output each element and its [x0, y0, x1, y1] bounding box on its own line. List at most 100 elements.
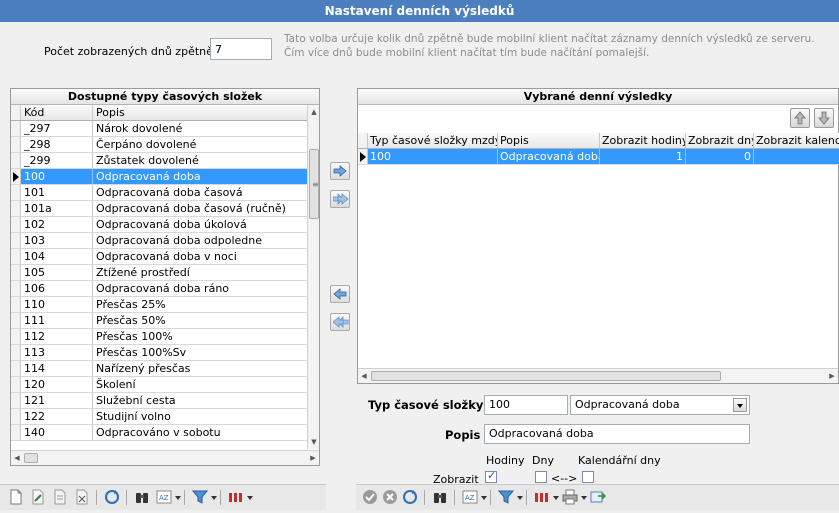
cell-desc[interactable]: Přesčas 50% [93, 313, 309, 328]
show-hours-checkbox[interactable] [485, 469, 497, 483]
cell-code[interactable]: 104 [21, 249, 93, 264]
table-row[interactable]: 104 Odpracovaná doba v noci [11, 249, 309, 265]
cell-type[interactable]: 100 [368, 149, 498, 164]
column-header-desc[interactable]: Popis [93, 105, 309, 120]
table-row[interactable]: 120 Školení [11, 377, 309, 393]
scroll-right-icon[interactable]: ▶ [307, 451, 319, 465]
edit-document-icon[interactable] [30, 489, 46, 505]
scroll-thumb[interactable]: ≡ [309, 149, 319, 219]
chevron-down-icon[interactable] [481, 496, 487, 500]
columns-icon[interactable] [534, 489, 550, 505]
cell-code[interactable]: 113 [21, 345, 93, 360]
cell-code[interactable]: 120 [21, 377, 93, 392]
chevron-down-icon[interactable] [553, 496, 559, 500]
table-row[interactable]: 106 Odpracovaná doba ráno [11, 281, 309, 297]
table-row[interactable]: 100 Odpracovaná doba 1 0 [358, 149, 839, 165]
cell-code[interactable]: 102 [21, 217, 93, 232]
confirm-icon[interactable] [362, 489, 378, 505]
horizontal-scrollbar[interactable]: ◀ ▶ [11, 450, 319, 465]
cancel-icon[interactable] [382, 489, 398, 505]
cell-desc[interactable]: Zůstatek dovolené [93, 153, 309, 168]
cell-desc[interactable]: Odpracovaná doba úkolová [93, 217, 309, 232]
cell-code[interactable]: _298 [21, 137, 93, 152]
cell-desc[interactable]: Odpracovaná doba [93, 169, 309, 184]
table-row[interactable]: 101a Odpracovaná doba časová (ručně) [11, 201, 309, 217]
print-icon[interactable] [562, 489, 578, 505]
document-properties-icon[interactable] [52, 489, 68, 505]
table-row[interactable]: 140 Odpracováno v sobotu [11, 425, 309, 441]
cell-code[interactable]: _297 [21, 121, 93, 136]
table-row[interactable]: 111 Přesčas 50% [11, 313, 309, 329]
chevron-down-icon[interactable] [517, 496, 523, 500]
table-row[interactable]: 112 Přesčas 100% [11, 329, 309, 345]
cell-code[interactable]: 101 [21, 185, 93, 200]
cell-code[interactable]: 111 [21, 313, 93, 328]
cell-code[interactable]: 101a [21, 201, 93, 216]
cell-code[interactable]: 122 [21, 409, 93, 424]
scroll-left-icon[interactable]: ◀ [358, 369, 370, 383]
column-header-desc[interactable]: Popis [498, 133, 600, 148]
column-header-hours[interactable]: Zobrazit hodiny [600, 133, 686, 148]
cell-code[interactable]: 110 [21, 297, 93, 312]
cell-code[interactable]: 106 [21, 281, 93, 296]
cell-desc[interactable]: Nařízený přesčas [93, 361, 309, 376]
remove-all-button[interactable] [330, 313, 350, 331]
table-row[interactable]: 102 Odpracovaná doba úkolová [11, 217, 309, 233]
delete-document-icon[interactable] [74, 489, 90, 505]
add-button[interactable] [330, 162, 350, 180]
table-row[interactable]: 100 Odpracovaná doba [11, 169, 309, 185]
scroll-thumb[interactable] [371, 371, 721, 381]
cell-code[interactable]: 140 [21, 425, 93, 440]
table-row[interactable]: 110 Přesčas 25% [11, 297, 309, 313]
table-row[interactable]: _297 Nárok dovolené [11, 121, 309, 137]
chevron-down-icon[interactable] [211, 496, 217, 500]
cell-desc[interactable]: Čerpáno dovolené [93, 137, 309, 152]
column-header-days[interactable]: Zobrazit dny [686, 133, 754, 148]
cell-desc[interactable]: Odpracováno v sobotu [93, 425, 309, 440]
cell-desc[interactable]: Služební cesta [93, 393, 309, 408]
show-days-checkbox[interactable] [535, 471, 547, 483]
move-up-button[interactable] [790, 108, 810, 128]
scroll-thumb[interactable] [24, 453, 38, 463]
add-all-button[interactable] [330, 190, 350, 208]
new-document-icon[interactable] [8, 489, 24, 505]
chevron-down-icon[interactable] [175, 496, 181, 500]
vertical-scrollbar[interactable]: ▲ ≡ ▼ [307, 105, 319, 449]
days-back-input[interactable] [210, 38, 272, 60]
cell-hours[interactable]: 1 [600, 149, 686, 164]
show-calendar-days-checkbox[interactable] [582, 471, 594, 483]
cell-desc[interactable]: Přesčas 100%Sv [93, 345, 309, 360]
cell-code[interactable]: 100 [21, 169, 93, 184]
cell-days[interactable]: 0 [686, 149, 754, 164]
table-row[interactable]: 122 Studijní volno [11, 409, 309, 425]
chevron-down-icon[interactable] [581, 496, 587, 500]
cell-code[interactable]: 114 [21, 361, 93, 376]
refresh-icon[interactable] [104, 489, 120, 505]
scroll-down-icon[interactable]: ▼ [308, 435, 320, 449]
cell-desc[interactable]: Přesčas 25% [93, 297, 309, 312]
binoculars-icon[interactable] [134, 489, 150, 505]
sort-icon[interactable]: AZ [462, 489, 478, 505]
type-combo[interactable]: Odpracovaná doba [570, 395, 750, 415]
table-row[interactable]: _298 Čerpáno dovolené [11, 137, 309, 153]
scroll-left-icon[interactable]: ◀ [11, 451, 23, 465]
cell-desc[interactable]: Odpracovaná doba časová (ručně) [93, 201, 309, 216]
table-row[interactable]: _299 Zůstatek dovolené [11, 153, 309, 169]
cell-code[interactable]: 103 [21, 233, 93, 248]
table-row[interactable]: 113 Přesčas 100%Sv [11, 345, 309, 361]
cell-desc[interactable]: Odpracovaná doba odpoledne [93, 233, 309, 248]
filter-icon[interactable] [498, 489, 514, 505]
filter-icon[interactable] [192, 489, 208, 505]
scroll-up-icon[interactable]: ▲ [308, 105, 320, 119]
cell-calendar[interactable] [754, 149, 839, 164]
cell-desc[interactable]: Odpracovaná doba [498, 149, 600, 164]
cell-code[interactable]: 112 [21, 329, 93, 344]
chevron-down-icon[interactable] [733, 398, 747, 412]
cell-desc[interactable]: Odpracovaná doba časová [93, 185, 309, 200]
cell-code[interactable]: _299 [21, 153, 93, 168]
column-header-type[interactable]: Typ časové složky mzdy [368, 133, 498, 148]
cell-desc[interactable]: Odpracovaná doba ráno [93, 281, 309, 296]
cell-desc[interactable]: Nárok dovolené [93, 121, 309, 136]
table-row[interactable]: 121 Služební cesta [11, 393, 309, 409]
remove-button[interactable] [330, 285, 350, 303]
